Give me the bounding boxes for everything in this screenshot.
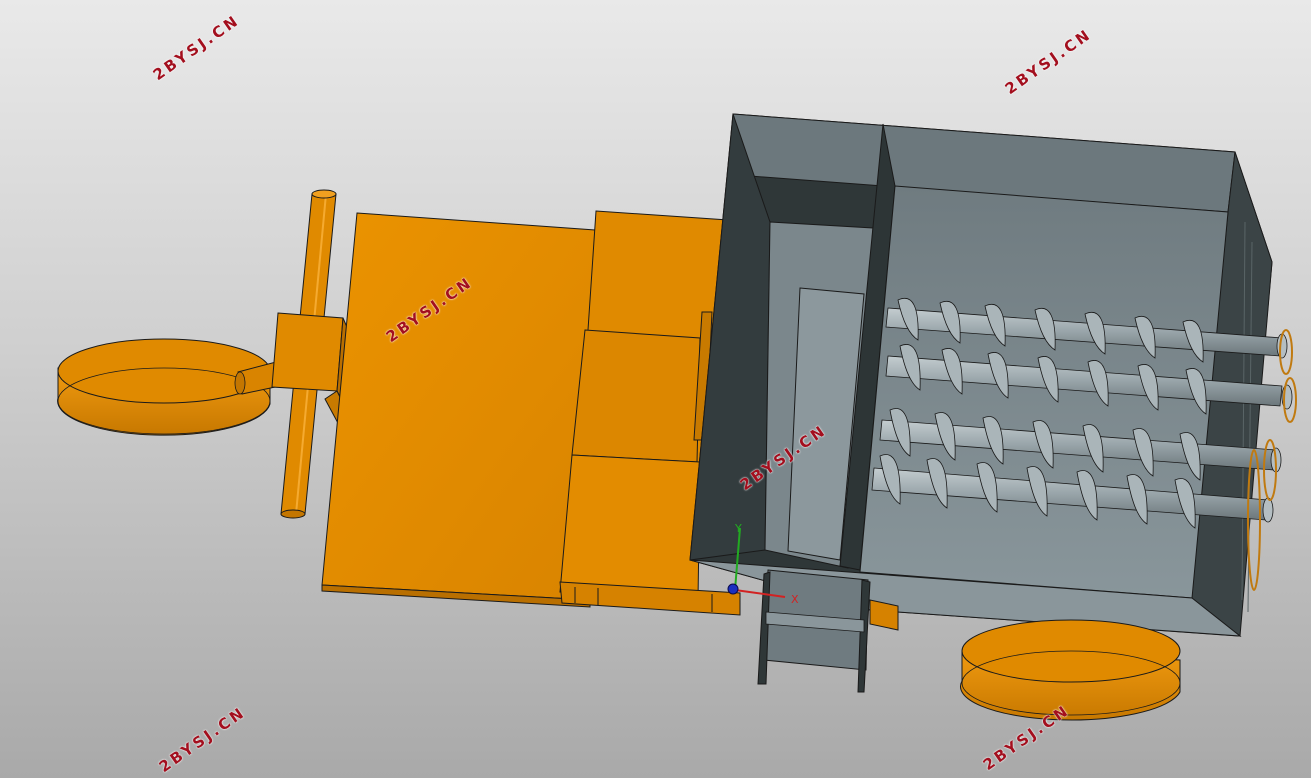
right-wheel[interactable] — [960, 619, 1181, 721]
3d-model-viewport[interactable]: X Y — [0, 0, 1311, 778]
base-platform[interactable] — [321, 212, 596, 608]
triad-y-label: Y — [734, 522, 742, 535]
triad-x-label: X — [791, 593, 799, 606]
